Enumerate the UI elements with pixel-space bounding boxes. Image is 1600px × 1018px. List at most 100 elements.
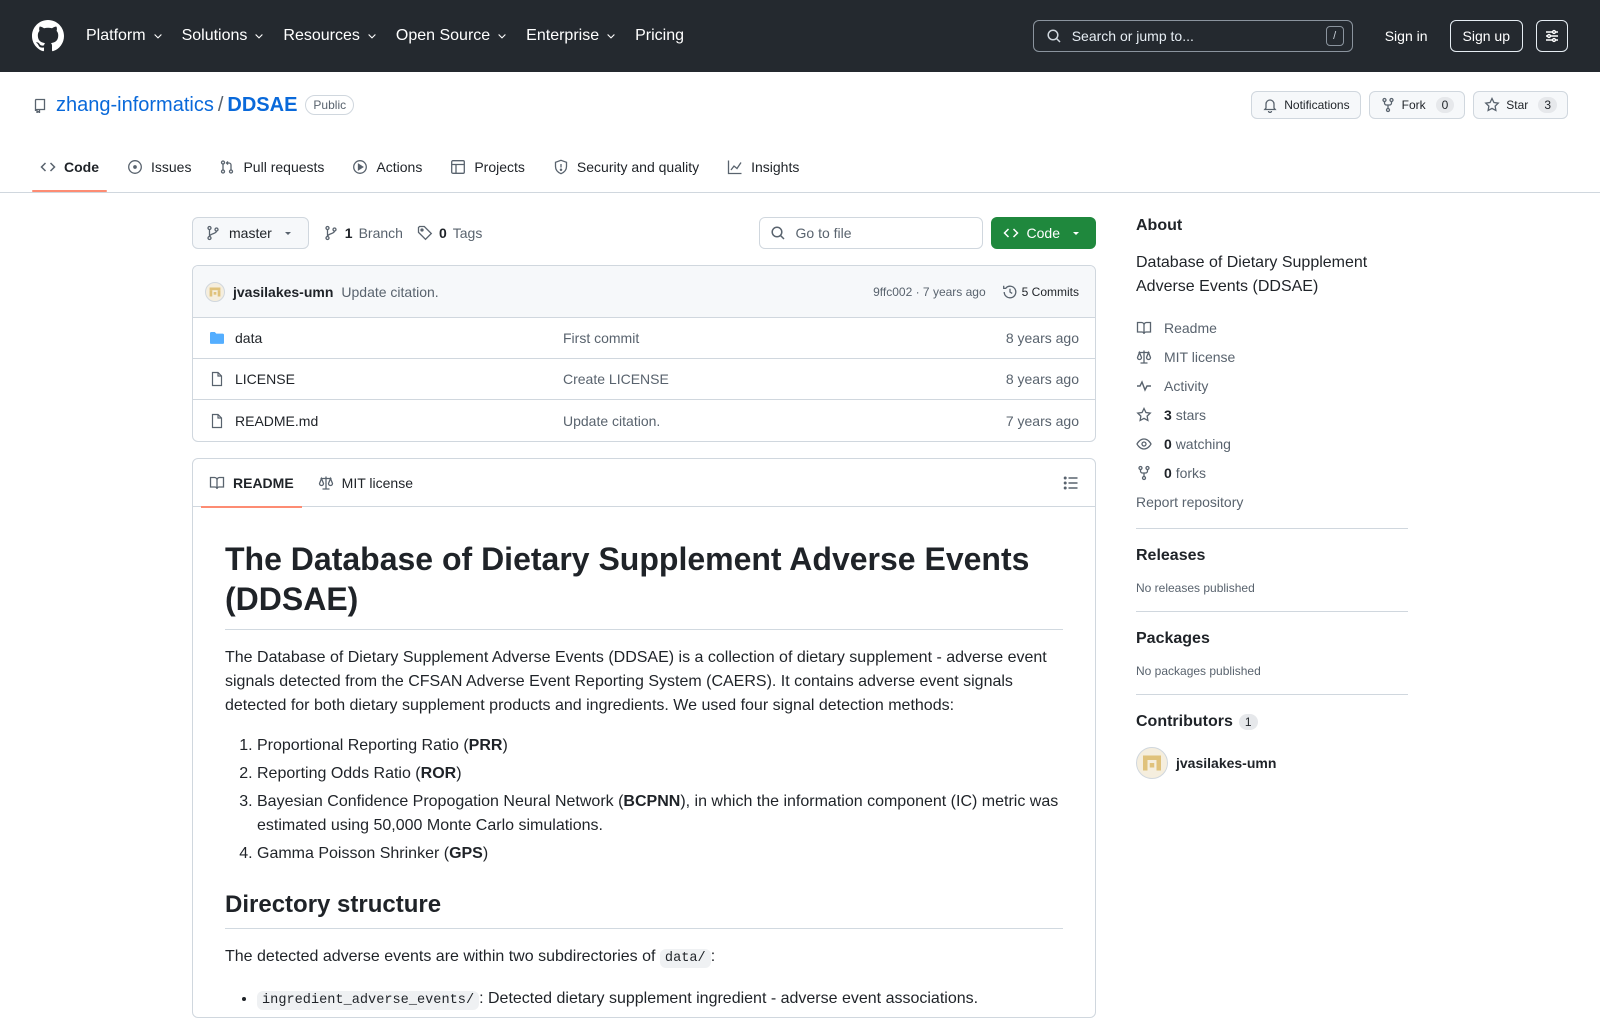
tag-icon	[417, 225, 433, 241]
commit-history-link[interactable]: 5 Commits	[1002, 284, 1079, 300]
file-link[interactable]: README.md	[235, 413, 318, 429]
file-navigation: master 1 Branch 0 Tags Code	[192, 217, 1096, 249]
license-link[interactable]: MIT license	[1136, 342, 1408, 371]
chevron-down-icon	[368, 34, 376, 39]
fork-button[interactable]: Fork 0	[1368, 91, 1466, 119]
tab-readme[interactable]: README	[201, 459, 302, 508]
tab-actions[interactable]: Actions	[344, 144, 430, 190]
nav-solutions[interactable]: Solutions	[182, 27, 266, 45]
law-icon	[318, 476, 333, 490]
star-button[interactable]: Star 3	[1473, 91, 1568, 119]
branch-icon	[207, 225, 219, 241]
file-icon	[211, 413, 223, 428]
packages-heading[interactable]: Packages	[1136, 630, 1408, 648]
contributor-name[interactable]: jvasilakes-umn	[1176, 755, 1276, 771]
contributors-heading[interactable]: Contributors 1	[1136, 713, 1408, 731]
notifications-button[interactable]: Notifications	[1251, 91, 1361, 119]
pulse-icon	[1137, 379, 1151, 392]
nav-label: Solutions	[181, 27, 248, 44]
stars-link[interactable]: 3 stars	[1136, 400, 1408, 429]
search-input[interactable]	[1069, 27, 1326, 45]
commit-hash-and-date[interactable]: 9ffc002 · 7 years ago	[873, 285, 986, 299]
file-row[interactable]: data First commit 8 years ago	[193, 318, 1095, 359]
file-row[interactable]: README.md Update citation. 7 years ago	[193, 400, 1095, 441]
menu-toggle-button[interactable]	[1536, 20, 1568, 52]
outline-button[interactable]	[1055, 467, 1087, 499]
side-link-label: Activity	[1164, 377, 1209, 394]
commit-author-link[interactable]: jvasilakes-umn	[233, 284, 333, 300]
file-row[interactable]: LICENSE Create LICENSE 8 years ago	[193, 359, 1095, 400]
repo-title-row: zhang-informatics / DDSAE Public Notific…	[32, 88, 1568, 122]
tab-code[interactable]: Code	[32, 144, 107, 192]
avatar[interactable]	[205, 281, 225, 302]
nav-pricing[interactable]: Pricing	[635, 27, 684, 45]
activity-link[interactable]: Activity	[1136, 371, 1408, 400]
tab-label: Pull requests	[243, 159, 325, 175]
method-text: Reporting Odds Ratio (	[257, 765, 421, 782]
fork-label: Fork	[1401, 98, 1426, 112]
file-link[interactable]: data	[235, 330, 262, 346]
code-icon	[40, 162, 56, 172]
watching-count: 0	[1164, 435, 1172, 452]
nav-open-source[interactable]: Open Source	[396, 27, 508, 45]
github-logo-icon[interactable]	[32, 20, 64, 52]
file-commit-message[interactable]: Update citation.	[563, 413, 1006, 429]
star-icon	[1484, 97, 1500, 112]
sign-up-button[interactable]: Sign up	[1449, 20, 1523, 52]
tab-label: Issues	[151, 159, 192, 175]
repo-owner-link[interactable]: zhang-informatics	[56, 94, 214, 117]
report-repository-link[interactable]: Report repository	[1136, 487, 1408, 516]
sign-in-link[interactable]: Sign in	[1369, 28, 1444, 44]
file-link[interactable]: LICENSE	[235, 371, 295, 387]
chevron-down-icon	[255, 34, 264, 39]
search-icon	[770, 226, 785, 240]
directory-paragraph: The detected adverse events are within t…	[225, 945, 1063, 971]
tags-link[interactable]: 0 Tags	[417, 225, 482, 241]
commit-message-link[interactable]: Update citation.	[341, 284, 438, 300]
tab-pull-requests[interactable]: Pull requests	[211, 144, 332, 190]
tab-security[interactable]: Security and quality	[545, 144, 707, 190]
go-to-file-input[interactable]	[793, 224, 964, 242]
watchers-link[interactable]: 0 watching	[1136, 429, 1408, 458]
nav-label: Enterprise	[526, 27, 600, 44]
inline-code: data/	[659, 949, 711, 968]
tag-count: 0	[438, 225, 447, 241]
file-commit-message[interactable]: Create LICENSE	[563, 371, 1006, 387]
fork-icon	[1381, 97, 1394, 113]
file-name-cell: data	[209, 330, 563, 346]
top-navigation: Platform Solutions Resources Open Source…	[86, 27, 702, 45]
branch-selector[interactable]: master	[192, 217, 309, 249]
folder-icon	[210, 332, 224, 344]
global-search[interactable]: /	[1032, 20, 1353, 52]
caret-down-icon	[284, 232, 291, 235]
forks-link[interactable]: 0 forks	[1136, 458, 1408, 487]
fork-icon	[1138, 465, 1150, 480]
avatar[interactable]	[1136, 747, 1168, 779]
method-abbrev: BCPNN	[623, 793, 681, 810]
file-icon	[211, 371, 223, 387]
nav-platform[interactable]: Platform	[86, 27, 164, 45]
notifications-label: Notifications	[1284, 98, 1350, 112]
branches-link[interactable]: 1 Branch	[323, 225, 403, 241]
code-download-button[interactable]: Code	[990, 217, 1096, 249]
file-commit-message[interactable]: First commit	[563, 330, 1006, 346]
tab-label: Actions	[376, 159, 423, 175]
tab-insights[interactable]: Insights	[719, 144, 807, 190]
nav-resources[interactable]: Resources	[283, 27, 377, 45]
nav-enterprise[interactable]: Enterprise	[526, 27, 617, 45]
caret-down-icon	[1073, 232, 1079, 235]
readme-link[interactable]: Readme	[1136, 313, 1408, 342]
tab-label: Insights	[751, 159, 800, 175]
tab-issues[interactable]: Issues	[119, 144, 199, 190]
list-item: Bayesian Confidence Propogation Neural N…	[257, 790, 1063, 838]
contributor-item[interactable]: jvasilakes-umn	[1136, 747, 1408, 779]
tab-projects[interactable]: Projects	[442, 144, 533, 190]
history-icon	[1002, 285, 1017, 298]
releases-heading[interactable]: Releases	[1136, 547, 1408, 565]
tab-label: Code	[64, 159, 99, 175]
graph-icon	[727, 160, 742, 175]
repo-name-link[interactable]: DDSAE	[227, 94, 297, 117]
forks-count: 0	[1164, 464, 1172, 481]
tab-license[interactable]: MIT license	[310, 459, 421, 507]
go-to-file[interactable]	[758, 217, 983, 249]
